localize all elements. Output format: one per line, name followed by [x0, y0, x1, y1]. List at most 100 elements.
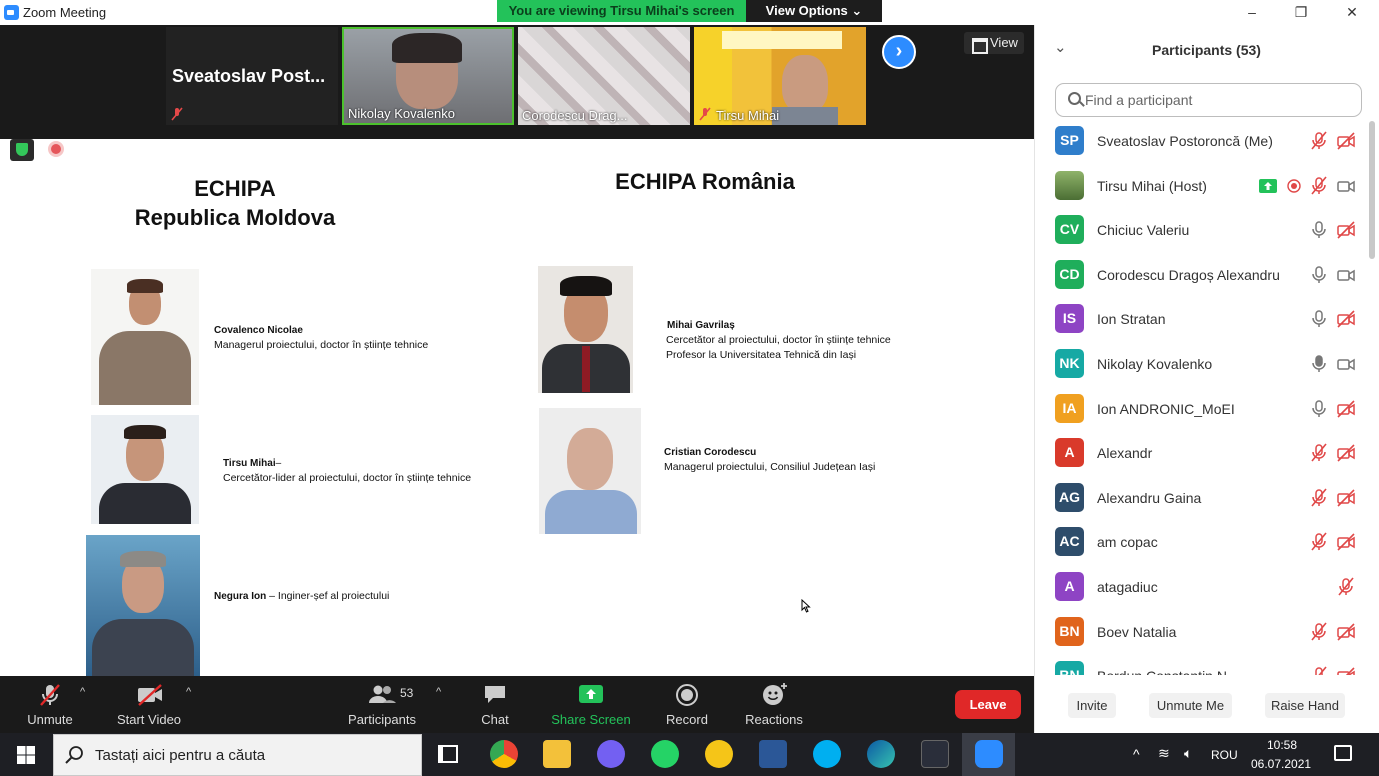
- video-off-icon[interactable]: [1336, 443, 1356, 463]
- participant-row[interactable]: NK Nikolay Kovalenko: [1034, 344, 1369, 388]
- restore-button[interactable]: ❐: [1286, 3, 1316, 21]
- participant-row[interactable]: AC am copac: [1034, 522, 1369, 566]
- participant-row[interactable]: BN Bordun Constantin N...: [1034, 656, 1369, 675]
- participant-row[interactable]: CV Chiciuc Valeriu: [1034, 210, 1369, 254]
- participants-scrollbar[interactable]: [1369, 121, 1375, 259]
- video-icon[interactable]: [1336, 176, 1356, 196]
- audio-options-caret-icon[interactable]: ^: [80, 686, 85, 698]
- edge-icon[interactable]: [867, 740, 895, 768]
- video-strip: Sveatoslav Post... Nikolay Kovalenko Cor…: [0, 25, 1034, 139]
- share-screen-button[interactable]: Share Screen: [548, 676, 634, 733]
- mic-muted-icon[interactable]: [1309, 176, 1329, 196]
- minimize-button[interactable]: –: [1237, 3, 1267, 21]
- mic-muted-icon: [699, 107, 711, 121]
- video-off-icon[interactable]: [1336, 220, 1356, 240]
- chrome-icon[interactable]: [490, 740, 518, 768]
- slide-left-title-1: ECHIPA: [194, 176, 276, 201]
- participant-row[interactable]: IS Ion Stratan: [1034, 299, 1369, 343]
- volume-icon[interactable]: 🔈︎: [1184, 745, 1192, 762]
- video-off-icon[interactable]: [1336, 399, 1356, 419]
- task-view-icon[interactable]: [438, 745, 458, 763]
- meeting-toolbar: Unmute ^ Start Video ^ 53 Participants ^…: [0, 676, 1034, 733]
- participant-row[interactable]: CD Corodescu Dragoș Alexandru: [1034, 255, 1369, 299]
- view-options-button[interactable]: View Options ⌄: [746, 0, 882, 22]
- participant-name: Sveatoslav Postoroncă (Me): [1097, 133, 1273, 149]
- video-icon[interactable]: [1336, 265, 1356, 285]
- chat-button[interactable]: Chat: [470, 676, 520, 733]
- mic-icon[interactable]: [1309, 399, 1329, 419]
- close-button[interactable]: ✕: [1337, 3, 1367, 21]
- video-icon[interactable]: [1336, 354, 1356, 374]
- share-screen-label: Share Screen: [551, 712, 631, 727]
- video-tile-sveatoslav[interactable]: Sveatoslav Post...: [166, 27, 338, 125]
- slide-right-title: ECHIPA România: [615, 169, 795, 194]
- participant-row[interactable]: AG Alexandru Gaina: [1034, 478, 1369, 522]
- record-button[interactable]: Record: [660, 676, 714, 733]
- participant-row[interactable]: SP Sveatoslav Postoroncă (Me): [1034, 121, 1369, 165]
- view-button[interactable]: View: [964, 32, 1024, 54]
- mic-muted-icon[interactable]: [1336, 577, 1356, 597]
- video-off-icon[interactable]: [1336, 131, 1356, 151]
- video-off-icon[interactable]: [1336, 309, 1356, 329]
- mic-icon[interactable]: [1309, 309, 1329, 329]
- video-off-icon[interactable]: [1336, 532, 1356, 552]
- video-tile-corodescu[interactable]: Corodescu Drag...: [518, 27, 690, 125]
- start-video-button[interactable]: Start Video: [110, 676, 188, 733]
- invite-button[interactable]: Invite: [1068, 693, 1116, 718]
- video-off-icon[interactable]: [1336, 666, 1356, 675]
- video-tile-tirsu[interactable]: Tirsu Mihai: [694, 27, 866, 125]
- bio-name: Covalenco Nicolae: [214, 325, 303, 336]
- viber-icon[interactable]: [597, 740, 625, 768]
- participants-caret-icon[interactable]: ^: [436, 686, 441, 698]
- mic-icon[interactable]: [1309, 220, 1329, 240]
- word-icon[interactable]: [759, 740, 787, 768]
- windows-start-icon[interactable]: [16, 745, 36, 765]
- file-explorer-icon[interactable]: [543, 740, 571, 768]
- unmute-button[interactable]: Unmute: [16, 676, 84, 733]
- raise-hand-button[interactable]: Raise Hand: [1265, 693, 1345, 718]
- mic-muted-icon: [40, 684, 60, 706]
- participant-name: Boev Natalia: [1097, 623, 1177, 640]
- mic-muted-icon[interactable]: [1309, 443, 1329, 463]
- mic-muted-icon[interactable]: [1309, 532, 1329, 552]
- zoom-app-icon: [975, 740, 1003, 768]
- mic-muted-icon[interactable]: [1309, 488, 1329, 508]
- view-options-label: View Options: [765, 3, 848, 18]
- next-page-arrow-icon[interactable]: ›: [882, 35, 916, 69]
- participant-row[interactable]: IA Ion ANDRONIC_MoEI: [1034, 389, 1369, 433]
- participant-name: Ion Stratan: [1097, 311, 1166, 328]
- participant-row[interactable]: BN Boev Natalia: [1034, 612, 1369, 656]
- participant-row[interactable]: Aatagadiuc: [1034, 567, 1369, 611]
- participants-button[interactable]: 53 Participants: [342, 676, 422, 733]
- archicad-icon[interactable]: [705, 740, 733, 768]
- video-off-icon[interactable]: [1336, 488, 1356, 508]
- wifi-icon[interactable]: ≋: [1158, 745, 1170, 762]
- skype-icon[interactable]: [813, 740, 841, 768]
- video-off-icon[interactable]: [1336, 622, 1356, 642]
- participant-name: Bordun Constantin N...: [1097, 668, 1239, 675]
- bio-text: Cercetător-lider al proiectului, doctor …: [223, 472, 472, 484]
- unmute-me-button[interactable]: Unmute Me: [1149, 693, 1232, 718]
- notifications-icon[interactable]: [1334, 745, 1352, 761]
- participant-hair: [392, 33, 462, 63]
- participant-name: Ion ANDRONIC_MoEI: [1097, 400, 1235, 417]
- video-options-caret-icon[interactable]: ^: [186, 686, 191, 698]
- participant-row[interactable]: A Alexandr: [1034, 433, 1369, 477]
- photo-negura: [86, 535, 200, 676]
- language-indicator[interactable]: ROU: [1211, 748, 1238, 762]
- whatsapp-icon[interactable]: [651, 740, 679, 768]
- leave-button[interactable]: Leave: [955, 690, 1021, 719]
- search-input[interactable]: [1085, 88, 1345, 112]
- mic-muted-icon[interactable]: [1309, 131, 1329, 151]
- mic-icon[interactable]: [1309, 354, 1329, 374]
- mic-muted-icon[interactable]: [1309, 666, 1329, 675]
- tray-expand-icon[interactable]: ^: [1133, 746, 1140, 762]
- mic-muted-icon[interactable]: [1309, 622, 1329, 642]
- shield-icon[interactable]: [10, 139, 34, 161]
- video-tile-nikolay[interactable]: Nikolay Kovalenko: [342, 27, 514, 125]
- ssd-tool-icon[interactable]: [921, 740, 949, 768]
- participant-name: Tirsu Mihai (Host): [1097, 177, 1207, 194]
- mic-icon[interactable]: [1309, 265, 1329, 285]
- participant-row[interactable]: Tirsu Mihai (Host): [1034, 166, 1369, 210]
- reactions-button[interactable]: Reactions: [742, 676, 806, 733]
